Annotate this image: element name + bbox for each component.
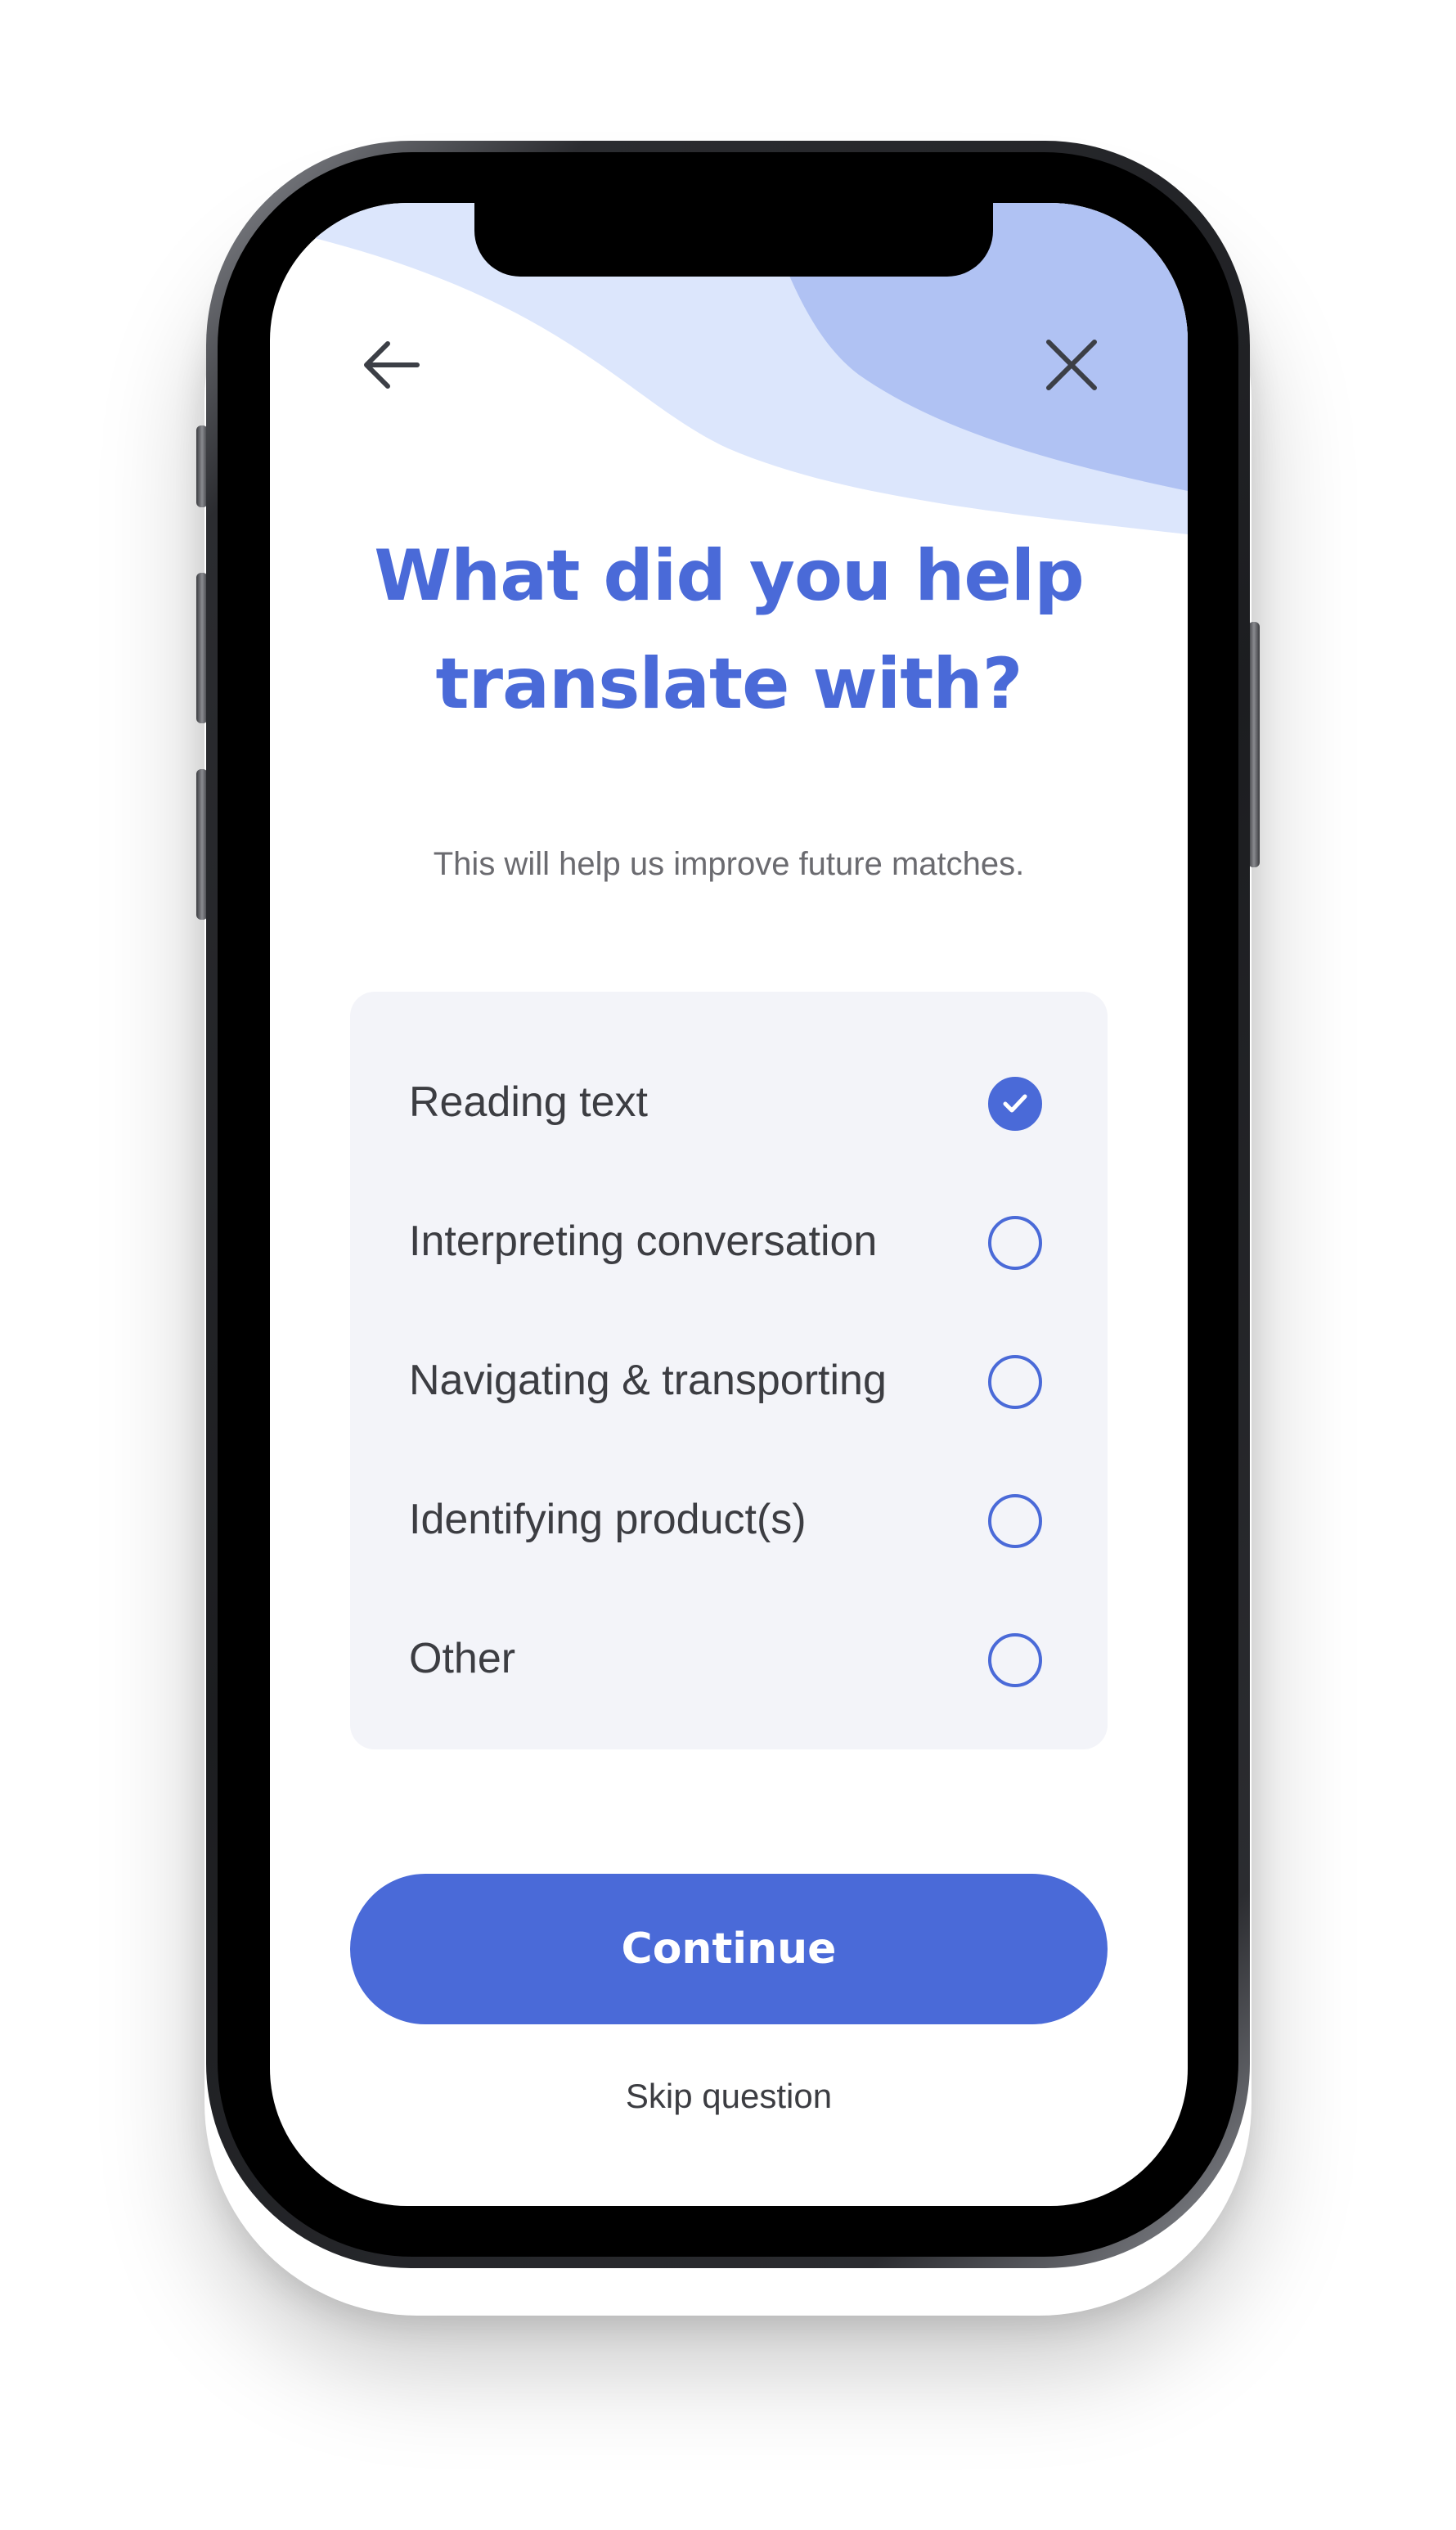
phone-frame: What did you help translate with? This w…: [206, 141, 1250, 2268]
option-navigating-transporting[interactable]: Navigating & transporting: [350, 1319, 1108, 1442]
option-interpreting-conversation[interactable]: Interpreting conversation: [350, 1180, 1108, 1303]
option-label: Reading text: [409, 1078, 648, 1126]
title-line-2: translate with?: [435, 643, 1022, 725]
power-button: [1248, 622, 1260, 867]
radio-unchecked-icon[interactable]: [988, 1216, 1042, 1270]
radio-checked-icon[interactable]: [988, 1077, 1042, 1131]
title-line-1: What did you help: [374, 535, 1085, 617]
skip-question-link[interactable]: Skip question: [303, 2077, 1155, 2116]
option-label: Interpreting conversation: [409, 1218, 878, 1265]
app-screen: What did you help translate with? This w…: [270, 203, 1188, 2206]
close-icon: [1046, 340, 1097, 390]
radio-unchecked-icon[interactable]: [988, 1633, 1042, 1687]
option-other[interactable]: Other: [350, 1597, 1108, 1720]
stage: What did you help translate with? This w…: [0, 0, 1456, 2530]
radio-unchecked-icon[interactable]: [988, 1355, 1042, 1409]
options-card: Reading text Interpreting conversation N…: [350, 992, 1108, 1749]
continue-button[interactable]: Continue: [350, 1874, 1108, 2024]
notch: [474, 203, 993, 277]
radio-unchecked-icon[interactable]: [988, 1494, 1042, 1548]
option-identifying-products[interactable]: Identifying product(s): [350, 1458, 1108, 1581]
checkmark-icon: [1003, 1094, 1027, 1113]
arrow-left-icon: [364, 341, 420, 389]
page-subtitle: This will help us improve future matches…: [433, 846, 1025, 882]
option-label: Navigating & transporting: [409, 1357, 887, 1404]
option-reading-text[interactable]: Reading text: [350, 1041, 1108, 1164]
option-label: Other: [409, 1635, 516, 1682]
option-label: Identifying product(s): [409, 1496, 807, 1543]
close-button[interactable]: [1032, 326, 1111, 404]
page-title: What did you help translate with?: [303, 522, 1155, 738]
back-button[interactable]: [352, 326, 430, 404]
